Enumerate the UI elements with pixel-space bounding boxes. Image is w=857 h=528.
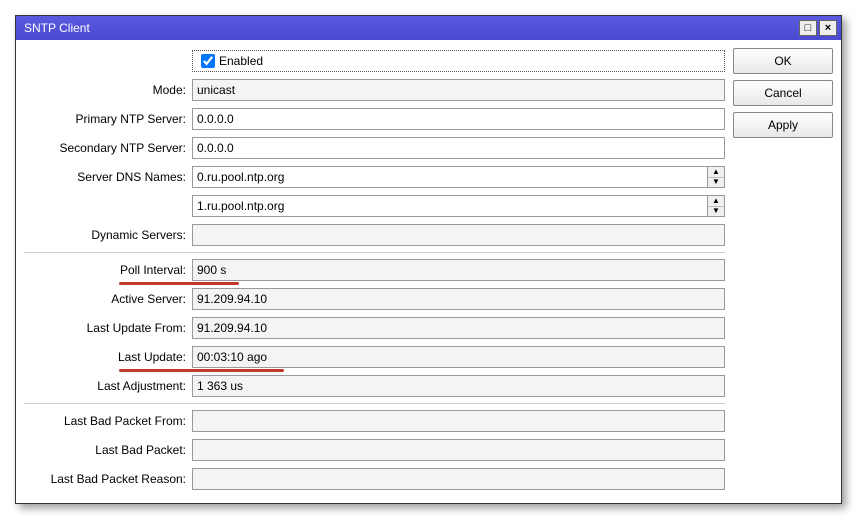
section-bad-packet: Last Bad Packet From: Last Bad Packet: L… bbox=[24, 403, 725, 492]
window-title: SNTP Client bbox=[24, 21, 797, 35]
ok-button[interactable]: OK bbox=[733, 48, 833, 74]
chevron-up-icon[interactable]: ▲ bbox=[708, 167, 724, 178]
chevron-down-icon[interactable]: ▼ bbox=[708, 207, 724, 217]
chevron-down-icon[interactable]: ▼ bbox=[708, 178, 724, 188]
cancel-button[interactable]: Cancel bbox=[733, 80, 833, 106]
last-update-value: 00:03:10 ago bbox=[192, 346, 725, 368]
close-button[interactable]: × bbox=[819, 20, 837, 36]
server-dns-2-input[interactable] bbox=[192, 195, 707, 217]
section-general: Enabled Mode: unicast Primary NTP Server… bbox=[24, 48, 725, 248]
highlight-underline bbox=[119, 282, 239, 285]
last-update-from-label: Last Update From: bbox=[24, 321, 192, 335]
primary-ntp-input[interactable] bbox=[192, 108, 725, 130]
poll-interval-label: Poll Interval: bbox=[24, 263, 192, 277]
titlebar[interactable]: SNTP Client □ × bbox=[16, 16, 841, 40]
last-update-from-value: 91.209.94.10 bbox=[192, 317, 725, 339]
server-dns-2-spinner[interactable]: ▲ ▼ bbox=[192, 195, 725, 217]
last-bad-packet-reason-value bbox=[192, 468, 725, 490]
mode-label: Mode: bbox=[24, 83, 192, 97]
server-dns-1-spinner[interactable]: ▲ ▼ bbox=[192, 166, 725, 188]
last-bad-packet-value bbox=[192, 439, 725, 461]
highlight-underline bbox=[119, 369, 284, 372]
dynamic-servers-label: Dynamic Servers: bbox=[24, 228, 192, 242]
last-adjustment-value: 1 363 us bbox=[192, 375, 725, 397]
enabled-label: Enabled bbox=[219, 54, 263, 68]
primary-ntp-label: Primary NTP Server: bbox=[24, 112, 192, 126]
secondary-ntp-label: Secondary NTP Server: bbox=[24, 141, 192, 155]
last-bad-packet-label: Last Bad Packet: bbox=[24, 443, 192, 457]
chevron-up-icon[interactable]: ▲ bbox=[708, 196, 724, 207]
last-bad-packet-reason-label: Last Bad Packet Reason: bbox=[24, 472, 192, 486]
side-panel: OK Cancel Apply bbox=[733, 48, 833, 495]
last-bad-packet-from-label: Last Bad Packet From: bbox=[24, 414, 192, 428]
section-status: Poll Interval: 900 s Active Server: 91.2… bbox=[24, 252, 725, 399]
last-update-label: Last Update: bbox=[24, 350, 192, 364]
sntp-client-window: SNTP Client □ × Enabled Mode: bbox=[15, 15, 842, 504]
server-dns-1-input[interactable] bbox=[192, 166, 707, 188]
active-server-label: Active Server: bbox=[24, 292, 192, 306]
active-server-value: 91.209.94.10 bbox=[192, 288, 725, 310]
dynamic-servers-value bbox=[192, 224, 725, 246]
poll-interval-value: 900 s bbox=[192, 259, 725, 281]
apply-button[interactable]: Apply bbox=[733, 112, 833, 138]
last-bad-packet-from-value bbox=[192, 410, 725, 432]
secondary-ntp-input[interactable] bbox=[192, 137, 725, 159]
main-panel: Enabled Mode: unicast Primary NTP Server… bbox=[24, 48, 725, 495]
server-dns-label: Server DNS Names: bbox=[24, 170, 192, 184]
enabled-checkbox[interactable] bbox=[201, 54, 215, 68]
enabled-frame: Enabled bbox=[192, 50, 725, 72]
last-adjustment-label: Last Adjustment: bbox=[24, 379, 192, 393]
mode-value: unicast bbox=[192, 79, 725, 101]
maximize-button[interactable]: □ bbox=[799, 20, 817, 36]
